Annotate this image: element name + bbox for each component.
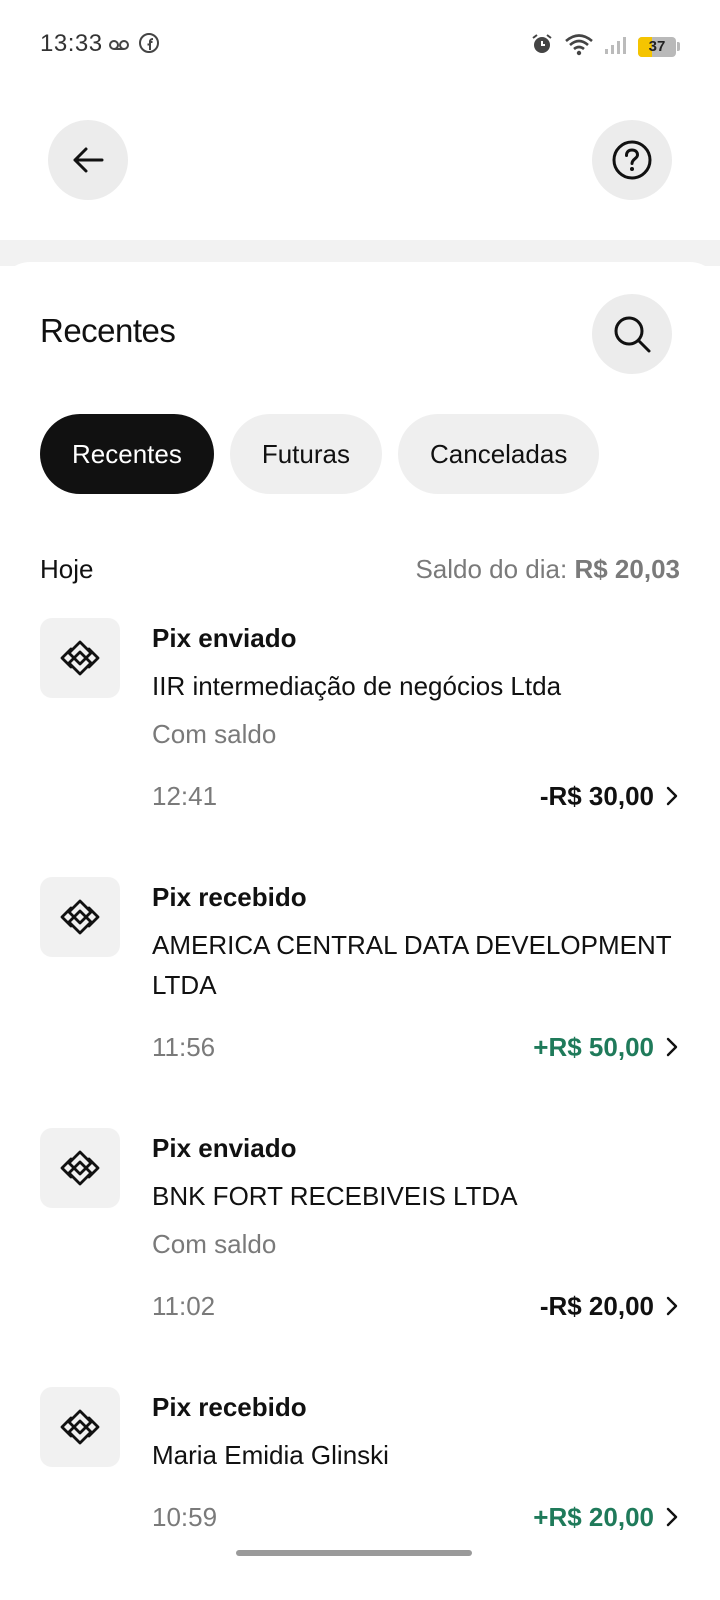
alarm-icon bbox=[530, 32, 554, 61]
status-bar: 13:33 37 bbox=[0, 0, 720, 92]
transaction-amount: -R$ 30,00 bbox=[539, 780, 654, 811]
transaction-amount: +R$ 20,00 bbox=[533, 1501, 654, 1532]
back-button[interactable] bbox=[48, 120, 128, 200]
transaction-time: 12:41 bbox=[152, 780, 218, 811]
pix-icon-wrapper bbox=[40, 1128, 120, 1208]
filter-tabs: Recentes Futuras Canceladas bbox=[40, 414, 600, 494]
transaction-type: Pix recebido bbox=[152, 1392, 307, 1422]
chevron-right-icon bbox=[666, 1296, 678, 1316]
arrow-left-icon bbox=[73, 147, 104, 173]
voicemail-icon bbox=[108, 32, 130, 59]
search-icon bbox=[614, 316, 651, 353]
pix-icon-wrapper bbox=[40, 618, 120, 698]
transaction-counterparty: Maria Emidia Glinski bbox=[152, 1440, 389, 1470]
transaction-amount: -R$ 20,00 bbox=[539, 1290, 654, 1321]
pix-icon-wrapper bbox=[40, 877, 120, 957]
search-button[interactable] bbox=[592, 294, 672, 374]
chevron-right-icon bbox=[666, 1037, 678, 1057]
chevron-right-icon bbox=[666, 786, 678, 806]
balance-label: Saldo do dia: bbox=[415, 554, 568, 584]
transaction-counterparty: AMERICA CENTRAL DATA DEVELOPMENT LTDA bbox=[152, 930, 672, 1000]
pix-icon bbox=[60, 1409, 100, 1445]
transaction-counterparty: IIR intermediação de negócios Ltda bbox=[152, 671, 562, 701]
top-nav bbox=[0, 92, 720, 242]
wifi-icon bbox=[564, 32, 594, 61]
transaction-counterparty: BNK FORT RECEBIVEIS LTDA bbox=[152, 1181, 518, 1211]
battery-icon: 37 bbox=[638, 36, 676, 57]
transaction-time: 11:02 bbox=[152, 1290, 216, 1321]
chevron-right-icon bbox=[666, 1507, 678, 1527]
day-balance: Saldo do dia: R$ 20,03 bbox=[415, 554, 680, 585]
facebook-icon bbox=[138, 32, 160, 59]
filter-canceladas[interactable]: Canceladas bbox=[398, 414, 600, 494]
status-time: 13:33 bbox=[40, 30, 103, 57]
transaction-amount: +R$ 50,00 bbox=[533, 1031, 654, 1062]
question-circle-icon bbox=[612, 140, 652, 180]
pix-icon bbox=[60, 640, 100, 676]
transaction-time: 11:56 bbox=[152, 1031, 216, 1062]
transaction-method: Com saldo bbox=[152, 719, 277, 749]
pix-icon bbox=[60, 1150, 100, 1186]
section-title: Recentes bbox=[40, 312, 176, 349]
pix-icon bbox=[60, 899, 100, 935]
transaction-method: Com saldo bbox=[152, 1229, 277, 1259]
battery-level: 37 bbox=[648, 38, 666, 55]
filter-futuras[interactable]: Futuras bbox=[229, 414, 382, 494]
transaction-type: Pix enviado bbox=[152, 623, 297, 653]
transaction-type: Pix enviado bbox=[152, 1133, 297, 1163]
balance-value: R$ 20,03 bbox=[574, 554, 680, 584]
signal-icon bbox=[604, 33, 628, 60]
pix-icon-wrapper bbox=[40, 1387, 120, 1467]
day-label: Hoje bbox=[40, 554, 94, 584]
transaction-time: 10:59 bbox=[152, 1501, 218, 1532]
filter-recentes[interactable]: Recentes bbox=[40, 414, 214, 494]
day-header: Hoje Saldo do dia: R$ 20,03 bbox=[40, 554, 680, 585]
help-button[interactable] bbox=[592, 120, 672, 200]
transaction-type: Pix recebido bbox=[152, 882, 307, 912]
home-indicator[interactable] bbox=[236, 1550, 472, 1556]
